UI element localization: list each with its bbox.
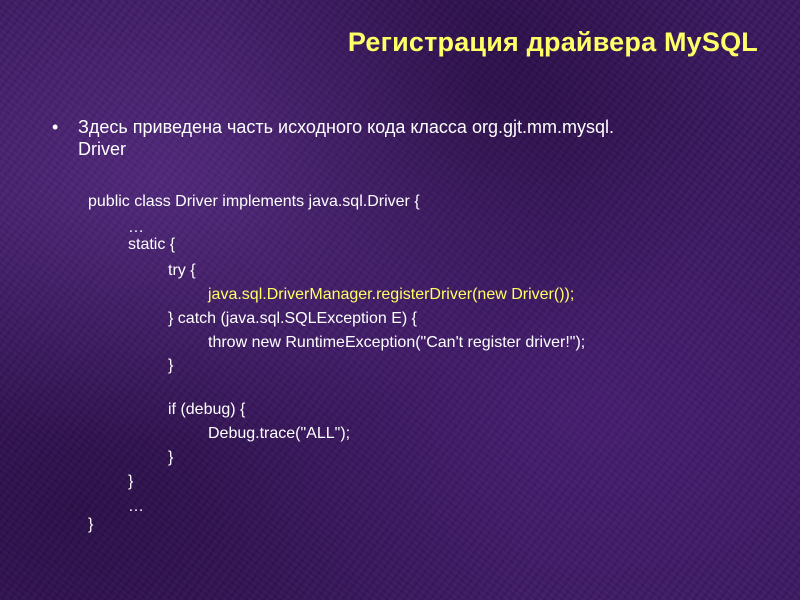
code-line-ellipsis-top: … <box>128 219 144 236</box>
slide: Регистрация драйвера MySQL • Здесь приве… <box>0 0 800 600</box>
bullet-text-line-1: Здесь приведена часть исходного кода кла… <box>78 117 614 137</box>
code-line-throw: throw new RuntimeException("Can't regist… <box>208 334 586 351</box>
code-line-debug-trace: Debug.trace("ALL"); <box>208 425 351 442</box>
bullet-text-line-2: Driver <box>78 139 126 159</box>
bullet-symbol: • <box>52 117 59 137</box>
code-line-class-close: } <box>88 516 94 533</box>
code-line-static: static { <box>128 236 176 253</box>
code-line-catch: } catch (java.sql.SQLException E) { <box>168 310 418 327</box>
code-line-static-close: } <box>128 473 134 490</box>
code-line-if-close: } <box>168 449 174 466</box>
code-line-ellipsis-bottom: … <box>128 498 144 515</box>
slide-title: Регистрация драйвера MySQL <box>347 27 758 57</box>
code-line-class-decl: public class Driver implements java.sql.… <box>88 193 420 210</box>
code-line-try: try { <box>168 262 196 279</box>
code-line-try-close: } <box>168 357 174 374</box>
code-line-if-debug: if (debug) { <box>168 401 246 418</box>
code-block: public class Driver implements java.sql.… <box>0 0 585 533</box>
code-line-register-driver: java.sql.DriverManager.registerDriver(ne… <box>208 286 575 303</box>
bullet-text: Здесь приведена часть исходного кода кла… <box>78 116 758 160</box>
